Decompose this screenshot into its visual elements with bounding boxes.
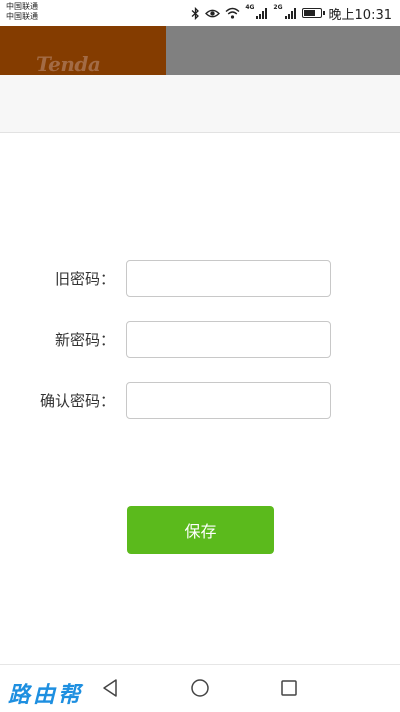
clock: 晚上10:31 <box>328 7 392 23</box>
sub-header-bar <box>0 75 400 133</box>
confirm-password-row: 确认密码： <box>0 382 400 420</box>
status-bar: 中国联通 中国联通 4G 2G 晚上10:31 <box>0 0 400 26</box>
home-circle-icon[interactable] <box>189 677 211 699</box>
new-password-input[interactable] <box>126 321 331 358</box>
old-password-label: 旧密码： <box>54 270 115 288</box>
header-bar: Tenda <box>0 26 400 75</box>
new-password-row: 新密码： <box>0 321 400 359</box>
eye-icon <box>205 8 221 19</box>
signal-icon-1 <box>256 7 268 19</box>
network-type-1: 4G <box>245 4 255 11</box>
old-password-input[interactable] <box>126 260 331 297</box>
logo-box: Tenda <box>0 26 166 75</box>
signal-icon-2 <box>284 7 297 19</box>
wifi-icon <box>225 7 240 19</box>
carrier-2: 中国联通 <box>6 12 38 21</box>
new-password-label: 新密码： <box>54 331 115 349</box>
status-icons: 4G 2G 晚上10:31 <box>191 4 392 23</box>
battery-icon <box>301 8 325 18</box>
confirm-password-label: 确认密码： <box>39 392 115 410</box>
confirm-password-input[interactable] <box>126 382 331 419</box>
save-button[interactable]: 保存 <box>127 506 274 554</box>
bluetooth-icon <box>191 6 200 20</box>
old-password-row: 旧密码： <box>0 260 400 298</box>
carrier-1: 中国联通 <box>6 2 38 11</box>
carrier-info: 中国联通 中国联通 <box>6 2 38 22</box>
battery-level <box>303 10 315 16</box>
watermark-logo: 路由帮 <box>8 682 84 708</box>
network-type-2: 2G <box>273 4 283 11</box>
tenda-logo: Tenda <box>36 52 101 75</box>
system-nav-bar: 路由帮 <box>0 664 400 712</box>
recent-square-icon[interactable] <box>278 677 300 699</box>
back-triangle-icon[interactable] <box>100 677 122 699</box>
